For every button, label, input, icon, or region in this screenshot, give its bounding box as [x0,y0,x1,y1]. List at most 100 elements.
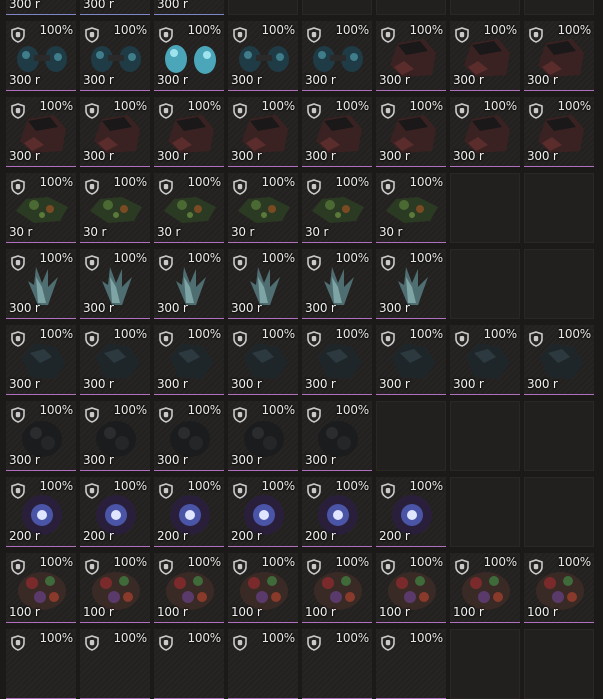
item-slot[interactable]: 100% [154,629,224,699]
empty-slot[interactable] [450,173,520,243]
item-slot[interactable]: 300 r [154,0,224,15]
item-slot[interactable]: 100% 200 r [376,477,446,547]
item-slot[interactable]: 100% 300 r [376,249,446,319]
rarity-underline [376,90,446,91]
rarity-underline [524,166,594,167]
durability-percent: 100% [409,99,443,113]
item-slot[interactable]: 100% 300 r [450,325,520,395]
item-slot[interactable]: 100% 300 r [6,401,76,471]
shield-icon [455,331,469,347]
item-slot[interactable]: 100% 300 r [80,401,150,471]
item-slot[interactable]: 100% 30 r [376,173,446,243]
empty-slot[interactable] [524,249,594,319]
item-slot[interactable]: 100% 300 r [6,325,76,395]
item-slot[interactable]: 100% 300 r [6,97,76,167]
item-slot[interactable]: 100% 300 r [154,249,224,319]
item-slot[interactable]: 100% 300 r [6,21,76,91]
item-slot[interactable]: 100% 300 r [80,325,150,395]
empty-slot[interactable] [524,629,594,699]
item-slot[interactable]: 100% 300 r [302,21,372,91]
item-slot[interactable]: 100% 300 r [80,97,150,167]
item-slot[interactable]: 100% 300 r [376,21,446,91]
item-slot[interactable]: 100% 30 r [80,173,150,243]
item-slot[interactable]: 100% 300 r [450,97,520,167]
item-price: 30 r [157,225,181,239]
item-slot[interactable]: 100% 300 r [524,21,594,91]
item-slot[interactable]: 100% 300 r [524,97,594,167]
item-slot[interactable]: 100% 100 r [450,553,520,623]
item-slot[interactable]: 100% 300 r [80,249,150,319]
item-slot[interactable]: 300 r [80,0,150,15]
item-slot[interactable]: 100% 100 r [154,553,224,623]
item-slot[interactable]: 100% 300 r [228,21,298,91]
durability-percent: 100% [113,23,147,37]
item-slot[interactable]: 100% 300 r [154,21,224,91]
item-slot[interactable]: 100% 300 r [302,401,372,471]
empty-slot[interactable] [450,629,520,699]
empty-slot[interactable] [450,0,520,15]
item-slot[interactable]: 100% 200 r [6,477,76,547]
item-slot[interactable]: 100% 300 r [376,97,446,167]
item-slot[interactable]: 100% [228,629,298,699]
rarity-underline [376,242,446,243]
item-slot[interactable]: 100% 200 r [228,477,298,547]
shield-icon [529,27,543,43]
durability-percent: 100% [39,555,73,569]
item-slot[interactable]: 100% 300 r [302,325,372,395]
empty-slot[interactable] [524,0,594,15]
item-slot[interactable]: 100% 300 r [228,401,298,471]
durability-percent: 100% [187,251,221,265]
item-slot[interactable]: 100% 100 r [524,553,594,623]
item-slot[interactable]: 100% 300 r [524,325,594,395]
item-slot[interactable]: 100% 200 r [80,477,150,547]
item-price: 300 r [231,377,262,391]
shield-icon [233,407,247,423]
item-slot[interactable]: 100% 30 r [6,173,76,243]
item-slot[interactable]: 100% 30 r [154,173,224,243]
item-slot[interactable]: 100% 300 r [154,401,224,471]
empty-slot[interactable] [524,477,594,547]
item-slot[interactable]: 100% 100 r [376,553,446,623]
item-slot[interactable]: 100% 300 r [154,325,224,395]
item-slot[interactable]: 100% 300 r [154,97,224,167]
item-slot[interactable]: 100% 30 r [302,173,372,243]
item-slot[interactable]: 100% 300 r [302,249,372,319]
empty-slot[interactable] [450,477,520,547]
item-slot[interactable]: 100% 100 r [6,553,76,623]
item-slot[interactable]: 100% 200 r [302,477,372,547]
item-price: 300 r [379,377,410,391]
rarity-underline [154,318,224,319]
item-price: 300 r [157,73,188,87]
item-slot[interactable]: 100% 300 r [228,97,298,167]
item-slot[interactable]: 100% 300 r [376,325,446,395]
item-slot[interactable]: 100% 300 r [228,249,298,319]
item-slot[interactable]: 100% 100 r [302,553,372,623]
rarity-underline [80,622,150,623]
durability-percent: 100% [39,403,73,417]
item-slot[interactable]: 300 r [6,0,76,15]
empty-slot[interactable] [524,173,594,243]
item-slot[interactable]: 100% [6,629,76,699]
item-slot[interactable]: 100% 300 r [302,97,372,167]
item-slot[interactable]: 100% 300 r [80,21,150,91]
item-slot[interactable]: 100% 100 r [80,553,150,623]
empty-slot[interactable] [228,0,298,15]
item-slot[interactable]: 100% 200 r [154,477,224,547]
empty-slot[interactable] [524,401,594,471]
durability-percent: 100% [113,99,147,113]
item-slot[interactable]: 100% 30 r [228,173,298,243]
empty-slot[interactable] [450,401,520,471]
empty-slot[interactable] [376,0,446,15]
item-slot[interactable]: 100% 300 r [450,21,520,91]
item-slot[interactable]: 100% [302,629,372,699]
empty-slot[interactable] [302,0,372,15]
rarity-underline [154,394,224,395]
empty-slot[interactable] [376,401,446,471]
item-slot[interactable]: 100% 300 r [228,325,298,395]
item-slot[interactable]: 100% 300 r [6,249,76,319]
empty-slot[interactable] [450,249,520,319]
item-slot[interactable]: 100% [376,629,446,699]
item-slot[interactable]: 100% 100 r [228,553,298,623]
shield-icon [159,635,173,651]
item-slot[interactable]: 100% [80,629,150,699]
